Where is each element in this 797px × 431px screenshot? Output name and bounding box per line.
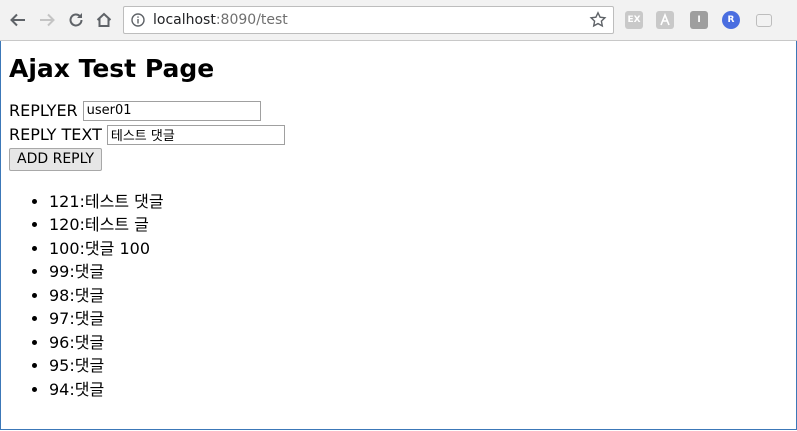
ext-r-label: R [727,15,735,25]
list-item: 100:댓글 100 [49,237,779,261]
list-item: 120:테스트 글 [49,213,779,237]
home-icon [96,12,112,27]
url-path: :8090/test [215,12,288,28]
reply-text-label: REPLY TEXT [9,125,102,145]
list-item: 95:댓글 [49,354,779,378]
forward-arrow-icon [40,13,55,27]
ext-ex-icon[interactable]: EX [625,11,643,29]
reload-icon [69,13,83,27]
reply-text-row: REPLY TEXT [9,123,779,147]
back-button[interactable] [5,6,31,34]
replyer-label: REPLYER [9,101,78,121]
home-button[interactable] [91,6,117,34]
list-item: 94:댓글 [49,378,779,402]
ext-cast-icon[interactable] [756,14,772,27]
reload-button[interactable] [63,6,89,34]
url-host: localhost [153,12,216,28]
list-item: 96:댓글 [49,331,779,355]
url-text: localhost:8090/test [153,12,288,28]
list-item: 98:댓글 [49,284,779,308]
ext-r-icon[interactable]: R [722,11,740,29]
info-icon[interactable] [131,13,145,27]
list-item: 121:테스트 댓글 [49,190,779,214]
replyer-row: REPLYER [9,99,779,123]
ext-pdf-icon[interactable] [656,11,674,29]
ext-ex-label: EX [627,15,641,25]
address-bar[interactable]: localhost:8090/test [123,6,614,34]
bookmark-star-icon[interactable] [589,11,607,29]
browser-toolbar: localhost:8090/test EX I R [0,0,797,41]
ext-i-label: I [697,15,701,25]
forward-button[interactable] [34,6,60,34]
replyer-input[interactable] [82,100,261,121]
list-item: 97:댓글 [49,307,779,331]
ext-i-icon[interactable]: I [690,11,708,29]
page-title: Ajax Test Page [9,54,215,83]
page-content: Ajax Test Page REPLYER REPLY TEXT ADD RE… [9,52,779,401]
reply-text-input[interactable] [106,124,285,145]
pdf-icon [660,13,670,26]
list-item: 99:댓글 [49,260,779,284]
reply-list: 121:테스트 댓글 120:테스트 글 100:댓글 100 99:댓글 98… [9,190,779,402]
back-arrow-icon [10,13,25,27]
add-reply-button[interactable]: ADD REPLY [9,147,103,171]
